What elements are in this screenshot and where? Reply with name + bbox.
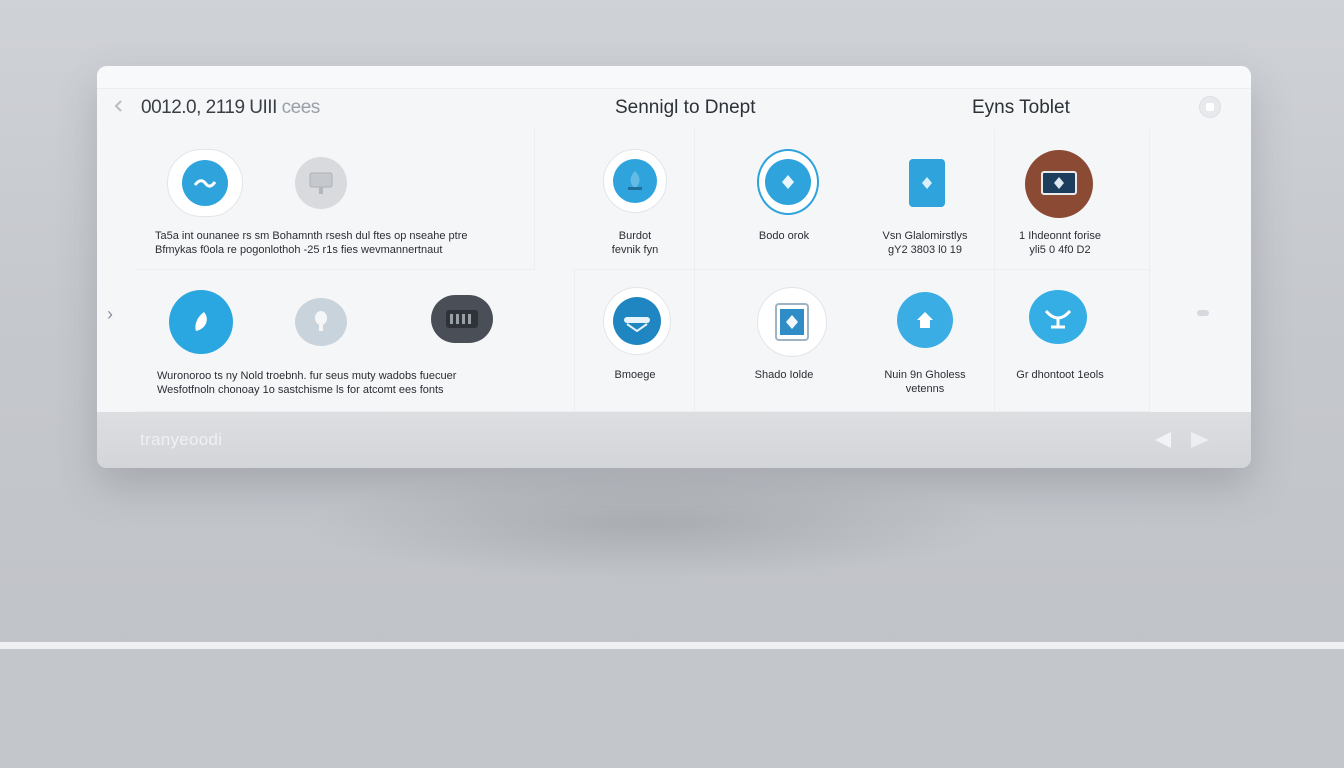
r2c6-label-line1: Nuin 9n Gholess — [884, 369, 966, 381]
satellite-dish-icon — [1029, 290, 1087, 344]
footer-text: tranyeoodi — [140, 430, 223, 449]
leaf-pen-icon — [169, 290, 233, 354]
right-title: Eyns Toblet — [972, 97, 1070, 118]
scroll-indicator[interactable] — [1197, 310, 1209, 316]
app-title-suffix: cees — [276, 97, 321, 118]
r1c7-label-line2: yli5 0 4f0 D2 — [1029, 244, 1091, 256]
next-arrow-icon[interactable] — [1191, 432, 1209, 448]
main-window: 0012.0, 2119 UIII cees Sennigl to Dnept … — [97, 66, 1251, 468]
r1c6-label-line1: Vsn Glalomirstlys — [882, 230, 968, 242]
r2c6-label-line2: vetenns — [905, 383, 945, 395]
app-title-main: 0012.0, 2119 UIII — [141, 97, 277, 118]
center-title: Sennigl to Dnept — [615, 97, 756, 118]
grid-cell-r2c7[interactable]: Gr dhontoot 1eols — [995, 270, 1150, 412]
mouse-wave-icon — [167, 149, 243, 217]
r1-left-label-line2: Bfmykas f0ola re pogonlothoh -25 r1s fie… — [155, 244, 443, 256]
r1c4-label-line1: Burdot — [618, 230, 652, 242]
window-header: 0012.0, 2119 UIII cees Sennigl to Dnept … — [97, 88, 1251, 128]
monitor-stand-icon — [295, 157, 347, 209]
drop-pin-icon — [603, 149, 667, 213]
r2c4-label: Bmoege — [614, 369, 656, 381]
grid-cell-r2-left[interactable]: Wuronoroo ts ny Nold troebnh. fur seus m… — [137, 270, 575, 412]
r2c7-label: Gr dhontoot 1eols — [1016, 369, 1104, 381]
r2-left-label-line1: Wuronoroo ts ny Nold troebnh. fur seus m… — [157, 370, 457, 382]
grid-cell-r1c4[interactable]: Burdot fevnik fyn — [575, 129, 695, 270]
grid-cell-r2c4[interactable]: Bmoege — [575, 270, 695, 412]
home-icon — [897, 292, 953, 348]
r1c5-label: Bodo orok — [758, 230, 810, 242]
grid-cell-r1-left[interactable]: Ta5a int ounanee rs sm Bohamnth rsesh du… — [137, 129, 535, 270]
grid-cell-r1c7[interactable]: 1 Ihdeonnt forise yli5 0 4f0 D2 — [995, 129, 1150, 270]
floor-line — [0, 642, 1344, 649]
r1-left-label-line1: Ta5a int ounanee rs sm Bohamnth rsesh du… — [155, 230, 468, 242]
floor — [0, 649, 1344, 768]
app-title: 0012.0, 2119 UIII cees — [141, 97, 320, 119]
back-arrow-icon[interactable] — [113, 100, 123, 114]
chevron-left-icon[interactable]: › — [107, 304, 113, 325]
r1c4-label-line2: fevnik fyn — [611, 244, 659, 256]
keyboard-icon — [431, 295, 493, 343]
framed-screen-icon — [1025, 150, 1093, 218]
mic-icon — [295, 298, 347, 346]
r2c5-label: Shado Iolde — [754, 369, 814, 381]
grid-cell-r2c5-c6[interactable]: Shado Iolde Nuin 9n Gholess vetenns — [695, 270, 995, 412]
helmet-icon — [603, 287, 671, 355]
device-grid: Ta5a int ounanee rs sm Bohamnth rsesh du… — [137, 129, 1150, 412]
window-footer: tranyeoodi — [97, 412, 1251, 468]
previous-arrow-icon[interactable] — [1155, 432, 1171, 448]
diamond-ring-icon — [757, 149, 819, 215]
background-shadow — [300, 470, 1000, 580]
tablet-icon — [909, 159, 945, 207]
r1c7-label-line1: 1 Ihdeonnt forise — [1019, 230, 1101, 242]
window-top-strip — [97, 66, 1251, 89]
window-menu-button[interactable] — [1199, 96, 1221, 118]
grid-cell-r1c5-c6[interactable]: Bodo orok Vsn Glalomirstlys gY2 3803 l0 … — [695, 129, 995, 270]
r1c6-label-line2: gY2 3803 l0 19 — [887, 244, 962, 256]
r2-left-label-line2: Wesfotfnoln chonoay 1o sastchisme ls for… — [157, 384, 444, 396]
frame-diamond-icon — [757, 287, 827, 357]
